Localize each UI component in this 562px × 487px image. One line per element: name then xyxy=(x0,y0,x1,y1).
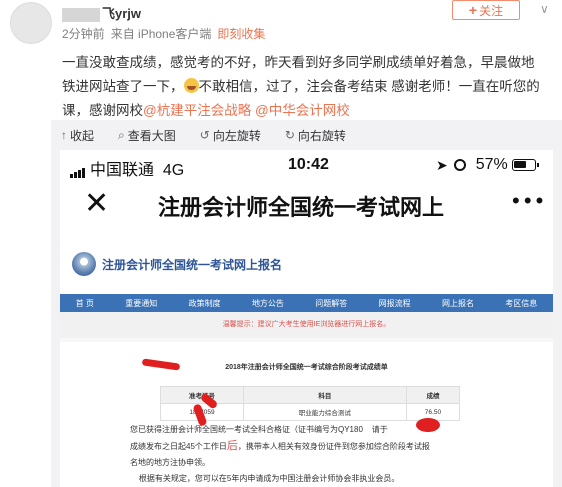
body-line1-end: 请于 xyxy=(371,425,388,434)
body-line3: 名地的地方注协申领。 xyxy=(130,458,210,467)
signal-icon xyxy=(70,160,86,178)
site-header: 注册会计师全国统一考试网上报名 xyxy=(60,234,553,294)
nav-item-process[interactable]: 网报流程 xyxy=(379,298,411,309)
magnify-icon: ⌕ xyxy=(118,127,125,142)
nav-item-local[interactable]: 地方公告 xyxy=(252,298,284,309)
rotate-left-button[interactable]: ↺ 向左旋转 xyxy=(200,127,261,144)
rotate-left-icon: ↺ xyxy=(199,128,210,142)
rotate-right-icon: ↻ xyxy=(284,128,295,142)
page-title: 注册会计师全国统一考试网上 xyxy=(158,195,445,220)
collapse-label: 收起 xyxy=(70,128,95,143)
nav-item-policy[interactable]: 政策制度 xyxy=(189,298,221,309)
post-text-line1: 一直没敢查成绩，感觉考的不好，昨天看到好多同学刷成绩单好着急，早晨做地 xyxy=(62,55,535,70)
body-line2a: 成绩发布之日起45个工作日 xyxy=(130,442,227,451)
chevron-down-icon[interactable]: ∨ xyxy=(540,2,549,16)
location-icon: ➤ xyxy=(436,156,448,173)
collapse-icon: ↑ xyxy=(61,128,67,142)
plus-icon: + xyxy=(468,2,478,18)
browser-nav: ✕ 注册会计师全国统一考试网上 • • • xyxy=(60,186,553,230)
post-meta: 2分钟前 来自 iPhone客户端 即刻收集 xyxy=(62,25,271,42)
post-text: 一直没敢查成绩，感觉考的不好，昨天看到好多同学刷成绩单好着急，早晨做地 铁进网站… xyxy=(62,51,552,123)
rotate-right-button[interactable]: ↻ 向右旋转 xyxy=(285,127,346,144)
laugh-emoji-icon xyxy=(183,78,199,93)
image-toolbar: ↑ 收起 ⌕ 查看大图 ↺ 向左旋转 ↻ 向右旋转 xyxy=(51,120,562,150)
notice-bar: 温馨提示：建议广大考生使用IE浏览器进行网上报名。 xyxy=(60,312,553,338)
nav-item-notice[interactable]: 重要通知 xyxy=(125,298,157,309)
mention-link[interactable]: @杭建平注会战略 xyxy=(143,103,251,118)
image-viewer: ↑ 收起 ⌕ 查看大图 ↺ 向左旋转 ↻ 向右旋转 中国联通 4G 10:42 ➤ 57… xyxy=(51,120,562,487)
follow-label: 关注 xyxy=(479,3,504,18)
nav-item-home[interactable]: 首 页 xyxy=(76,298,94,309)
web-page: 注册会计师全国统一考试网上报名 首 页 重要通知 政策制度 地方公告 问题解答 … xyxy=(60,234,553,487)
view-large-button[interactable]: ⌕ 查看大图 xyxy=(118,127,176,144)
body-line2b: ，携带本人相关有效身份证件到您参加综合阶段考试报 xyxy=(237,442,430,451)
rotate-left-label: 向左旋转 xyxy=(212,128,261,143)
phone-screenshot[interactable]: 中国联通 4G 10:42 ➤ 57% ✕ 注册会计师全国统一考试网上 • • … xyxy=(60,150,553,487)
more-icon[interactable]: • • • xyxy=(512,188,543,214)
col-header: 科目 xyxy=(242,386,407,404)
nav-item-faq[interactable]: 问题解答 xyxy=(315,298,347,309)
username-row[interactable]: 飞yrjw xyxy=(62,3,141,22)
result-body: 您已获得注册会计师全国统一考试全科合格证（证书编号为QY180 请于 成绩发布之… xyxy=(130,422,490,487)
post-text-line3: 课，感谢网校 xyxy=(62,103,143,118)
result-title: 2018年注册会计师全国统一考试综合阶段考试成绩单 xyxy=(225,364,388,371)
carrier-name: 中国联通 xyxy=(90,162,155,179)
table-cell: 职业能力综合测试 xyxy=(242,403,407,421)
status-right: ➤ 57% xyxy=(436,156,539,174)
username-redaction xyxy=(62,7,100,22)
follow-button[interactable]: + 关注 xyxy=(452,0,520,20)
collapse-button[interactable]: ↑ 收起 xyxy=(61,127,94,144)
collect-link[interactable]: 即刻收集 xyxy=(217,27,265,41)
body-line4: 根据有关规定，您可以在5年内申请成为中国注册会计师协会非执业会员。 xyxy=(138,474,400,483)
view-large-label: 查看大图 xyxy=(127,128,176,143)
status-bar: 中国联通 4G 10:42 ➤ 57% xyxy=(60,150,553,180)
body-line1: 您已获得注册会计师全国统一考试全科合格证（证书编号为QY180 xyxy=(130,425,363,434)
post-text-line2a: 铁进网站查了一下， xyxy=(62,79,184,94)
network-type: 4G xyxy=(162,162,185,179)
col-header: 成绩 xyxy=(405,386,461,404)
username[interactable]: 飞yrjw xyxy=(102,6,141,21)
status-time: 10:42 xyxy=(288,156,329,173)
post-source: 来自 iPhone客户端 xyxy=(110,27,212,41)
body-line2-red: 后 xyxy=(226,440,238,452)
alarm-icon xyxy=(453,159,466,171)
post-header: 飞yrjw 2分钟前 来自 iPhone客户端 即刻收集 + 关注 ∨ xyxy=(0,0,562,44)
battery-percent: 57% xyxy=(475,156,508,173)
site-nav: 首 页 重要通知 政策制度 地方公告 问题解答 网报流程 网上报名 考区信息 xyxy=(60,294,553,312)
nav-item-register[interactable]: 网上报名 xyxy=(442,298,474,309)
result-area: 2018年注册会计师全国统一考试综合阶段考试成绩单 准考证号 科目 成绩 180… xyxy=(60,342,553,487)
mention-link[interactable]: @中华会计网校 xyxy=(255,103,350,118)
close-icon[interactable]: ✕ xyxy=(84,186,109,221)
post-time[interactable]: 2分钟前 xyxy=(62,27,105,41)
avatar[interactable] xyxy=(10,2,52,44)
rotate-right-label: 向右旋转 xyxy=(297,128,346,143)
red-marker-stroke xyxy=(416,418,440,432)
nav-item-region[interactable]: 考区信息 xyxy=(505,298,537,309)
carrier: 中国联通 4G xyxy=(90,156,184,180)
battery-icon xyxy=(511,159,539,171)
post-text-line2b: 不敢相信，过了，注会备考结束 感谢老师！一直在听您的 xyxy=(198,79,540,94)
site-title: 注册会计师全国统一考试网上报名 xyxy=(102,258,283,272)
emblem-logo xyxy=(72,252,96,276)
